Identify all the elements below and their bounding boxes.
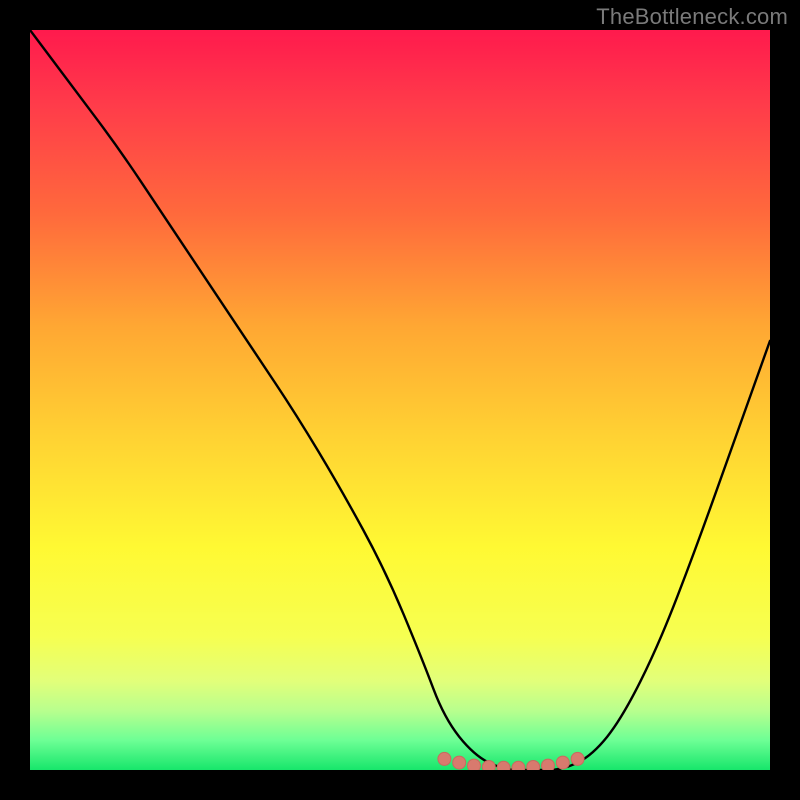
chart-frame: TheBottleneck.com <box>0 0 800 800</box>
optimal-marker <box>438 752 451 765</box>
plot-area <box>30 30 770 770</box>
optimal-marker <box>527 761 540 771</box>
optimal-marker <box>542 759 555 770</box>
optimal-range-markers <box>438 752 584 770</box>
optimal-marker <box>512 761 525 770</box>
optimal-marker <box>497 761 510 770</box>
optimal-marker <box>556 756 569 769</box>
optimal-marker <box>482 761 495 771</box>
optimal-marker <box>468 759 481 770</box>
watermark-text: TheBottleneck.com <box>596 4 788 30</box>
bottleneck-curve <box>30 30 770 770</box>
optimal-marker <box>571 752 584 765</box>
curve-svg <box>30 30 770 770</box>
optimal-marker <box>453 756 466 769</box>
